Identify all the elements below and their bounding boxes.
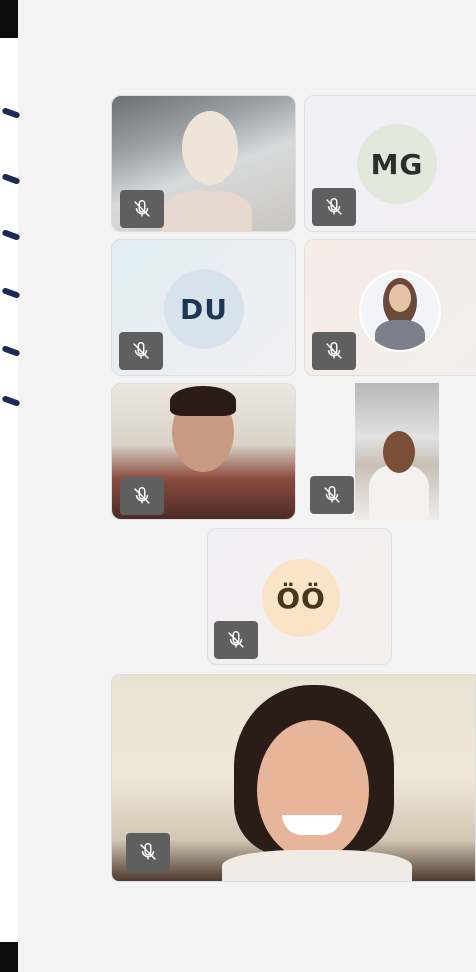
- slide-decor-dash: [1, 345, 21, 357]
- slide-decor-dash: [1, 287, 21, 299]
- participant-tile-video[interactable]: [111, 95, 296, 232]
- microphone-off-icon: [310, 476, 354, 514]
- microphone-off-icon: [312, 332, 356, 370]
- participant-tile-initials[interactable]: MG: [304, 95, 476, 232]
- participant-video-figure: [162, 191, 252, 231]
- slide-edge-top-bar: [0, 0, 18, 38]
- avatar-photo-body: [375, 320, 425, 350]
- avatar-initials: MG: [370, 147, 424, 181]
- microphone-off-icon: [119, 332, 163, 370]
- participant-video-figure: [182, 111, 238, 185]
- microphone-off-icon: [312, 188, 356, 226]
- slide-decor-dash: [1, 395, 21, 407]
- slide-decor-dash: [1, 229, 21, 241]
- avatar: DU: [164, 269, 244, 349]
- avatar-initials: DU: [180, 292, 228, 326]
- participant-tile-initials[interactable]: DU: [111, 239, 296, 376]
- participant-video-figure: [383, 431, 415, 473]
- participant-tile-video[interactable]: [304, 383, 476, 520]
- participant-video-feed: [355, 383, 439, 520]
- avatar-initials: ÖÖ: [276, 581, 326, 615]
- participant-tile-video-large[interactable]: [111, 674, 476, 882]
- slide-decor-dash: [1, 107, 21, 119]
- participant-video-figure: [170, 386, 236, 416]
- avatar: [359, 270, 441, 352]
- microphone-off-icon: [126, 833, 170, 871]
- slide-decor-dash: [1, 173, 21, 185]
- participant-video-figure: [222, 850, 412, 881]
- avatar: MG: [357, 124, 437, 204]
- slide-edge-strip: [0, 0, 21, 972]
- microphone-off-icon: [214, 621, 258, 659]
- participant-tile-video[interactable]: [111, 383, 296, 520]
- participant-video-figure: [369, 465, 429, 520]
- participant-video-figure: [257, 720, 369, 860]
- participant-tile-initials[interactable]: ÖÖ: [207, 528, 392, 665]
- participant-tile-photo[interactable]: [304, 239, 476, 376]
- avatar-photo-face: [389, 284, 411, 312]
- microphone-off-icon: [120, 190, 164, 228]
- avatar: ÖÖ: [262, 559, 340, 637]
- microphone-off-icon: [120, 477, 164, 515]
- slide-edge-bottom-bar: [0, 942, 18, 972]
